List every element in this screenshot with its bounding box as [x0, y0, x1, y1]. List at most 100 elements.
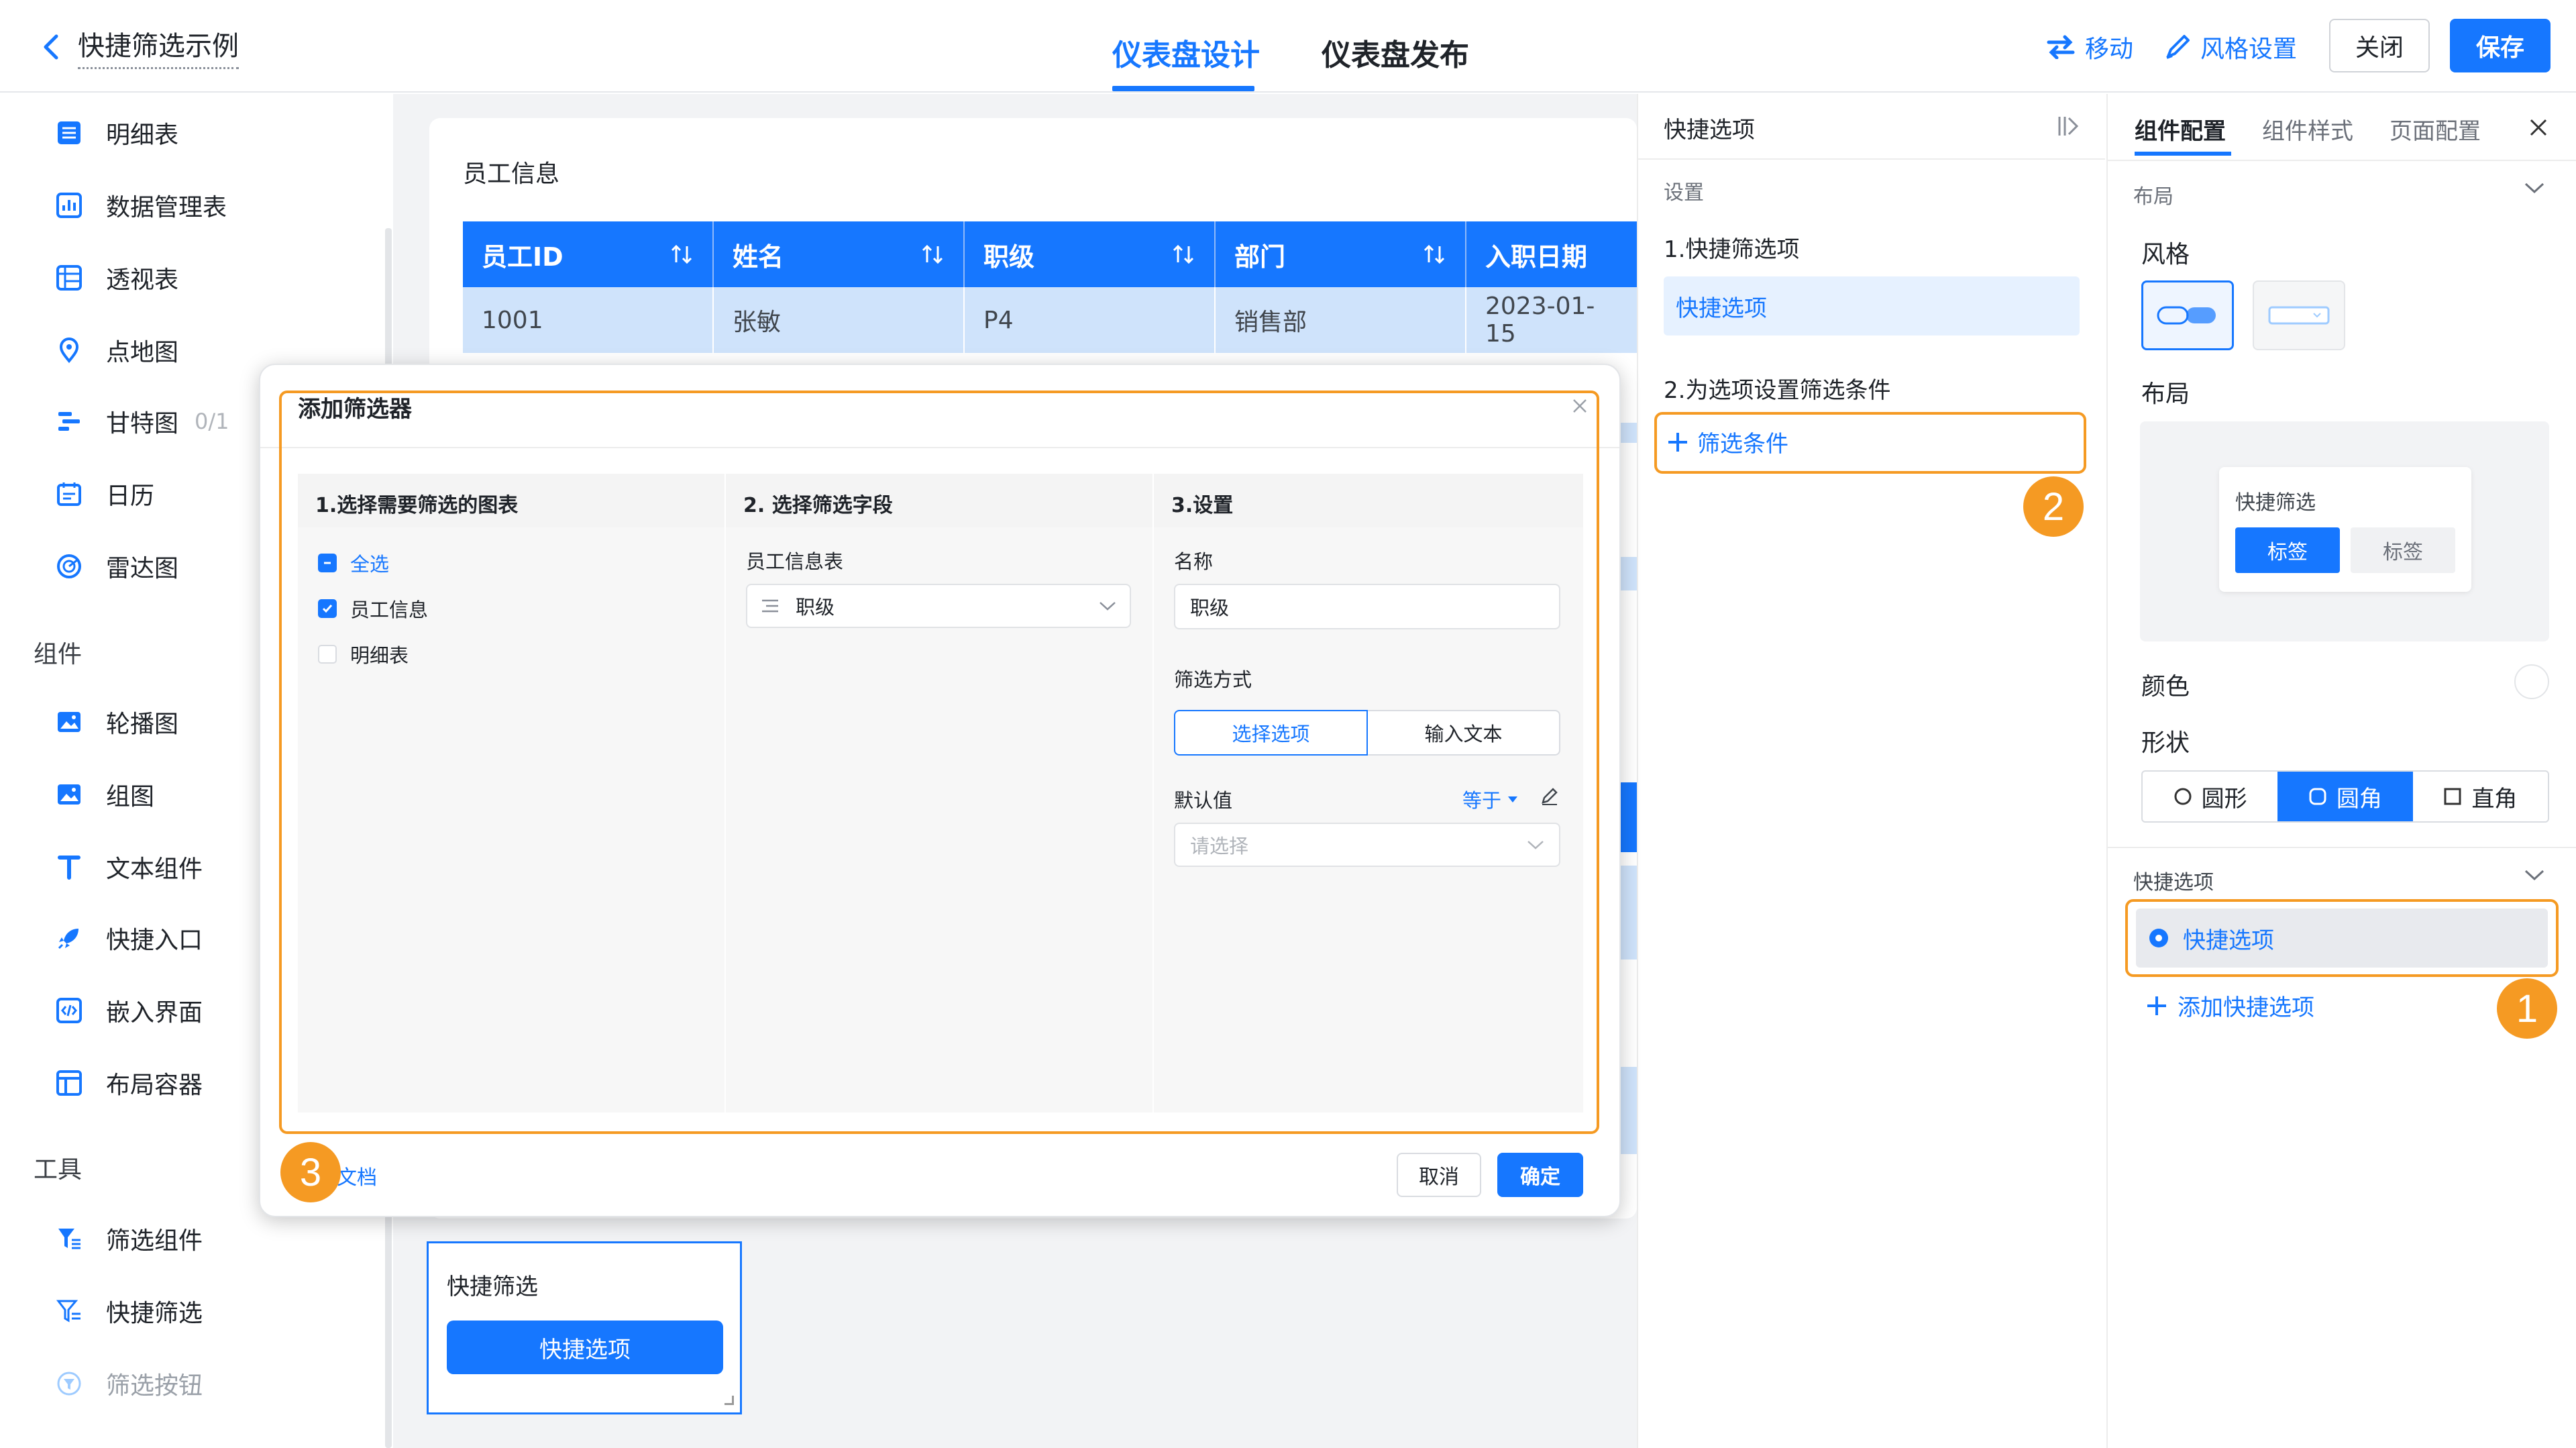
sidebar-item-image-group[interactable]: 组图	[52, 768, 154, 821]
tab-dashboard-design[interactable]: 仪表盘设计	[1112, 31, 1260, 74]
sidebar-item-shortcut[interactable]: 快捷入口	[52, 911, 203, 965]
sort-icon[interactable]	[1422, 242, 1446, 266]
style-option-pill[interactable]	[2141, 280, 2234, 350]
plus-icon	[2145, 994, 2168, 1017]
color-label: 颜色	[2141, 673, 2190, 701]
chevron-down-icon[interactable]	[2524, 868, 2545, 882]
sidebar-item-quick-filter[interactable]: 快捷筛选	[52, 1284, 203, 1338]
sidebar-item-data-table[interactable]: 数据管理表	[52, 178, 227, 232]
layout-icon	[52, 1066, 86, 1100]
shape-option-circle[interactable]: 圆形	[2143, 772, 2277, 821]
sidebar-item-gantt[interactable]: 甘特图 0/1	[52, 395, 229, 448]
layout-section-label: 布局	[2133, 185, 2174, 209]
quick-option-row[interactable]: 快捷选项	[2136, 909, 2548, 968]
step-badge-2: 2	[2023, 476, 2084, 537]
radio-selected-icon	[2148, 927, 2169, 949]
filter-icon	[52, 1222, 86, 1255]
layout-label: 布局	[2141, 380, 2190, 408]
move-button[interactable]: 移动	[2046, 30, 2133, 64]
section-components: 组件	[34, 641, 83, 668]
sidebar-item-filter-button[interactable]: 筛选按钮	[52, 1357, 203, 1410]
quick-filter-widget-title: 快捷筛选	[447, 1274, 538, 1300]
shape-option-label: 圆角	[2336, 785, 2382, 813]
color-picker-swatch[interactable]	[2514, 664, 2549, 699]
sidebar-item-embed[interactable]: 嵌入界面	[52, 984, 203, 1037]
quick-section-label: 快捷选项	[2133, 871, 2214, 894]
confirm-button[interactable]: 确定	[1497, 1153, 1583, 1197]
table-row-edge	[1621, 1067, 1637, 1154]
filter-button-icon	[52, 1367, 86, 1400]
sidebar-item-text[interactable]: 文本组件	[52, 840, 203, 894]
data-table-icon	[52, 189, 86, 222]
sidebar-item-label: 快捷筛选	[106, 1300, 203, 1327]
style-option-dropdown[interactable]	[2253, 280, 2345, 350]
column-header[interactable]: 员工ID	[463, 221, 714, 287]
shape-option-square[interactable]: 直角	[2413, 772, 2548, 821]
shape-option-label: 圆形	[2201, 785, 2247, 813]
column-header[interactable]: 入职日期	[1466, 221, 1637, 287]
cancel-button[interactable]: 取消	[1397, 1153, 1481, 1197]
preview-title: 快捷筛选	[2235, 491, 2316, 515]
step-badge-1: 1	[2497, 978, 2557, 1039]
table-row-edge	[1621, 866, 1637, 960]
sidebar-item-label: 甘特图	[106, 410, 179, 437]
sidebar-item-detail-table[interactable]: 明细表	[52, 106, 178, 160]
close-button[interactable]: 关闭	[2329, 19, 2430, 72]
sidebar-item-label: 文本组件	[106, 856, 203, 883]
sort-icon[interactable]	[669, 242, 694, 266]
gantt-count: 0/1	[195, 409, 229, 434]
sort-icon[interactable]	[920, 242, 945, 266]
quick-option-item[interactable]: 快捷选项	[1664, 276, 2080, 335]
sidebar-item-calendar[interactable]: 日历	[52, 467, 154, 521]
chevron-down-icon[interactable]	[2524, 181, 2545, 195]
sidebar-item-label: 布局容器	[106, 1072, 203, 1099]
style-label: 风格	[2141, 241, 2190, 268]
tab-component-style[interactable]: 组件样式	[2262, 113, 2353, 146]
sidebar-item-filter-component[interactable]: 筛选组件	[52, 1212, 203, 1265]
column-header-label: 员工ID	[482, 242, 564, 272]
sidebar-item-label: 雷达图	[106, 555, 179, 582]
add-quick-option-label: 添加快捷选项	[2178, 994, 2314, 1021]
column-header[interactable]: 姓名	[714, 221, 965, 287]
add-condition-button[interactable]: 筛选条件	[1666, 425, 1788, 458]
rocket-icon	[52, 921, 86, 955]
table-row-edge	[1621, 423, 1637, 443]
tab-page-config[interactable]: 页面配置	[2390, 113, 2481, 146]
map-pin-icon	[52, 333, 86, 367]
table-cell: P4	[965, 287, 1216, 353]
table-cell: 2023-01-15	[1466, 287, 1637, 353]
table-row-edge	[1621, 782, 1637, 852]
settings-label: 设置	[1664, 181, 1704, 205]
column-header-label: 姓名	[733, 242, 784, 272]
column-header-label: 部门	[1234, 242, 1286, 272]
sidebar-item-label: 点地图	[106, 339, 179, 366]
step2-label: 2.为选项设置筛选条件	[1664, 377, 1891, 404]
collapse-panel-icon[interactable]	[2053, 111, 2082, 141]
sidebar-item-layout-container[interactable]: 布局容器	[52, 1056, 203, 1110]
tab-dashboard-publish[interactable]: 仪表盘发布	[1322, 31, 1469, 74]
tab-component-config[interactable]: 组件配置	[2135, 113, 2226, 146]
doc-link[interactable]: 文档	[337, 1161, 377, 1190]
section-tools: 工具	[34, 1156, 83, 1184]
active-tab-indicator	[2135, 152, 2231, 156]
column-header[interactable]: 职级	[965, 221, 1216, 287]
sidebar-item-radar[interactable]: 雷达图	[52, 539, 178, 593]
save-button[interactable]: 保存	[2450, 19, 2551, 72]
sidebar-item-label: 轮播图	[106, 711, 179, 738]
back-arrow-icon[interactable]	[38, 27, 64, 67]
sidebar-item-pivot[interactable]: 透视表	[52, 251, 178, 305]
app-title[interactable]: 快捷筛选示例	[78, 24, 239, 69]
column-header[interactable]: 部门	[1216, 221, 1466, 287]
resize-handle-icon[interactable]	[724, 1396, 734, 1405]
sidebar-item-carousel[interactable]: 轮播图	[52, 695, 178, 749]
quick-filter-option-button[interactable]: 快捷选项	[447, 1321, 723, 1374]
add-quick-option-button[interactable]: 添加快捷选项	[2145, 989, 2314, 1022]
sidebar-item-label: 透视表	[106, 266, 179, 294]
gantt-icon	[52, 405, 86, 438]
style-settings-button[interactable]: 风格设置	[2164, 30, 2297, 64]
sort-icon[interactable]	[1171, 242, 1195, 266]
shape-option-rounded[interactable]: 圆角	[2277, 772, 2413, 821]
close-icon[interactable]	[2524, 113, 2553, 142]
sidebar-item-point-map[interactable]: 点地图	[52, 323, 178, 377]
preview-tag-active: 标签	[2235, 527, 2340, 573]
